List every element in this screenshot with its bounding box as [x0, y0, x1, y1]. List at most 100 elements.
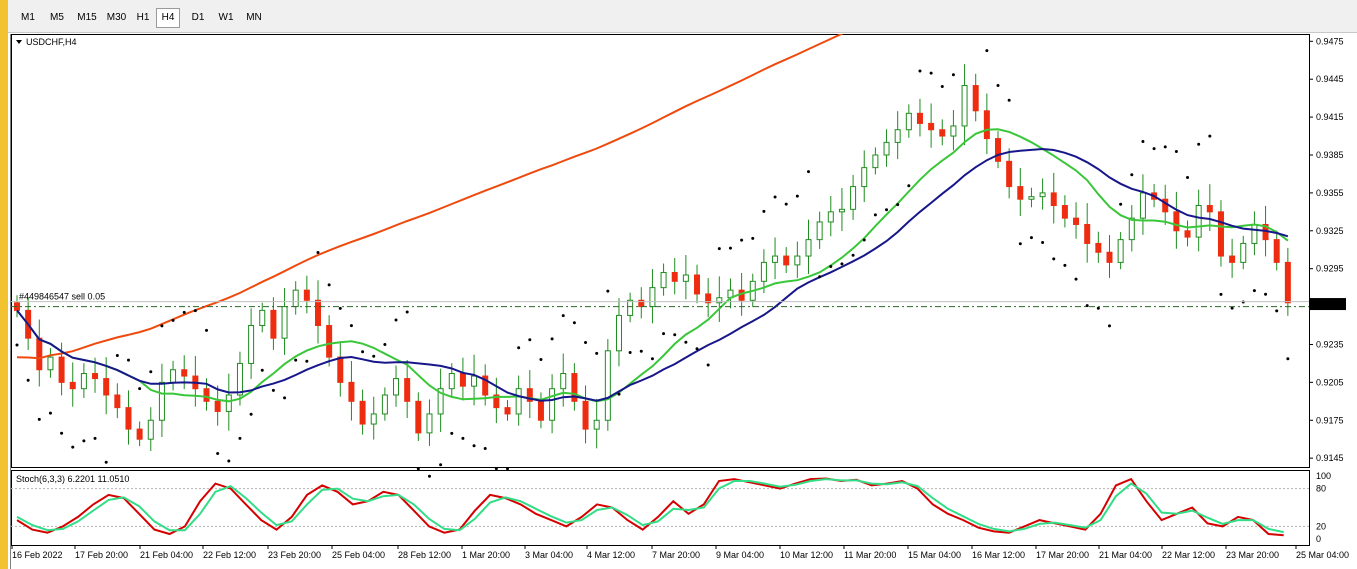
candle-body	[549, 388, 556, 421]
sar-dot	[294, 358, 298, 362]
candle-body	[794, 255, 801, 266]
candle-body	[270, 309, 277, 339]
time-tick-label: 3 Mar 04:00	[525, 550, 573, 560]
sar-dot	[104, 460, 108, 464]
sar-dot	[517, 346, 521, 350]
ma-green-line	[16, 128, 1289, 403]
sar-dot	[951, 73, 955, 77]
indicator-title: Stoch(6,3,3) 6.2201 11.0510	[16, 474, 129, 484]
candle-body	[1229, 255, 1236, 263]
candle-body	[905, 112, 912, 131]
sar-dot	[617, 392, 621, 396]
sar-dot	[572, 321, 576, 325]
sar-dot	[996, 84, 1000, 88]
time-tick-label: 11 Mar 20:00	[844, 550, 896, 560]
candle-body	[236, 362, 243, 396]
sar-dot	[851, 253, 855, 257]
sar-dot	[1197, 142, 1201, 146]
stoch-level-label: 100	[1316, 471, 1331, 481]
candle-body	[1117, 239, 1124, 263]
candle-body	[1050, 192, 1057, 207]
candle-body	[1139, 192, 1146, 219]
sar-dot	[918, 69, 922, 73]
sar-dot	[528, 338, 532, 342]
candle-body	[1106, 251, 1113, 263]
candle-body	[916, 112, 923, 124]
timeframe-button-m1[interactable]: M1	[16, 8, 40, 28]
sar-dot	[985, 49, 989, 53]
sar-dot	[1208, 134, 1212, 138]
candle-body	[772, 255, 779, 263]
candle-body	[615, 314, 622, 352]
sar-dot	[1018, 242, 1022, 246]
candle-body	[1206, 205, 1213, 213]
sar-dot	[873, 213, 877, 217]
candle-body	[292, 289, 299, 308]
candle-body	[69, 381, 76, 390]
sar-dot	[26, 378, 30, 382]
sar-dot	[1264, 292, 1268, 296]
candle-body	[537, 400, 544, 421]
timeframe-button-d1[interactable]: D1	[186, 8, 210, 28]
candle-body	[1195, 205, 1202, 238]
candle-body	[1017, 186, 1024, 200]
time-tick-label: 23 Mar 20:00	[1226, 550, 1279, 560]
sar-dot	[929, 71, 933, 75]
time-tick-label: 16 Mar 12:00	[972, 550, 1025, 560]
sar-dot	[126, 358, 130, 362]
candle-body	[114, 394, 121, 409]
time-tick-label: 9 Mar 04:00	[716, 550, 764, 560]
candle-body	[92, 373, 99, 380]
candle-body	[259, 309, 266, 327]
sar-dot	[695, 347, 699, 351]
chart-symbol-title: USDCHF,H4	[26, 37, 77, 47]
sar-dot	[584, 341, 588, 345]
candle-body	[147, 419, 154, 440]
sar-dot	[494, 467, 498, 471]
candle-body	[1284, 261, 1291, 304]
timeframe-button-m5[interactable]: M5	[45, 8, 69, 28]
candle-body	[816, 221, 823, 241]
candle-body	[404, 378, 411, 402]
candle-body	[939, 129, 946, 137]
candle-body	[694, 274, 701, 295]
time-tick-label: 1 Mar 20:00	[462, 550, 510, 560]
timeframe-button-h1[interactable]: H1	[133, 8, 153, 28]
timeframe-button-m15[interactable]: M15	[74, 8, 100, 28]
candle-body	[158, 381, 165, 421]
sar-dot	[227, 459, 231, 463]
candle-body	[593, 419, 600, 430]
candle-body	[303, 289, 310, 301]
sar-dot	[82, 439, 86, 443]
candle-body	[448, 373, 455, 390]
candle-body	[381, 394, 388, 415]
sar-dot	[1029, 236, 1033, 240]
sar-dot	[361, 350, 365, 354]
candle-body	[660, 271, 667, 289]
sar-dot	[461, 436, 465, 440]
time-tick-label: 15 Mar 04:00	[908, 550, 961, 560]
sar-dot	[472, 444, 476, 448]
sar-dot	[862, 238, 866, 242]
timeframe-button-w1[interactable]: W1	[215, 8, 237, 28]
chart-window[interactable]: 0.9475 0.9445 0.9415 0.9385 0.9355 0.9325 0.92…	[10, 34, 1357, 569]
price-tick-label: 0.9325	[1316, 226, 1344, 236]
timeframe-button-h4[interactable]: H4	[156, 8, 180, 28]
candle-body	[326, 325, 333, 358]
time-tick-label: 22 Feb 12:00	[203, 550, 256, 560]
candle-body	[861, 167, 868, 188]
sar-dot	[506, 467, 510, 471]
chart-canvas[interactable]: 0.9475 0.9445 0.9415 0.9385 0.9355 0.9325 0.92…	[11, 34, 1357, 569]
sar-dot	[1219, 292, 1223, 296]
price-tick-label: 0.9295	[1316, 264, 1344, 274]
candle-body	[827, 211, 834, 223]
candle-body	[359, 400, 366, 425]
candle-body	[682, 274, 689, 282]
sar-dot	[1074, 277, 1078, 281]
sar-dot	[427, 474, 431, 478]
candle-body	[103, 378, 110, 396]
sar-dot	[283, 396, 287, 400]
candle-body	[203, 388, 210, 402]
timeframe-button-mn[interactable]: MN	[242, 8, 266, 28]
timeframe-button-m30[interactable]: M30	[103, 8, 130, 28]
